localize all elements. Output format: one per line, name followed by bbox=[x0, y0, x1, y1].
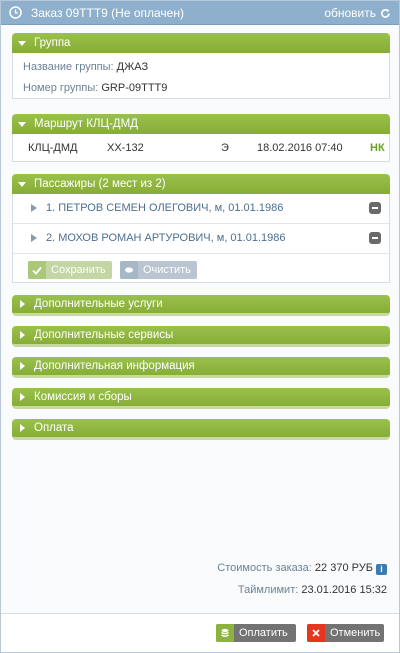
group-number-row: Номер группы: GRP-09TTT9 bbox=[13, 75, 389, 96]
time-limit: Таймлимит: 23.01.2016 15:32 bbox=[238, 584, 387, 596]
payment-title: Оплата bbox=[34, 422, 74, 434]
commission-section: Комиссия и сборы bbox=[12, 388, 390, 409]
remove-passenger-icon[interactable] bbox=[369, 202, 381, 214]
passenger-name: 1. ПЕТРОВ СЕМЕН ОЛЕГОВИЧ, м, 01.01.1986 bbox=[46, 202, 284, 214]
commission-title: Комиссия и сборы bbox=[34, 391, 132, 403]
eraser-icon bbox=[120, 261, 138, 279]
group-section: Группа Название группы: ДЖАЗ Номер групп… bbox=[12, 33, 390, 99]
check-icon bbox=[28, 261, 46, 279]
group-section-header[interactable]: Группа bbox=[12, 33, 390, 53]
order-cost-value: 22 370 РУБ bbox=[314, 562, 373, 574]
additional-services-section: Дополнительные услуги bbox=[12, 295, 390, 316]
group-section-body: Название группы: ДЖАЗ Номер группы: GRP-… bbox=[12, 53, 390, 99]
passengers-section-title: Пассажиры (2 мест из 2) bbox=[34, 178, 166, 190]
clear-button[interactable]: Очистить bbox=[120, 261, 197, 279]
coins-icon bbox=[216, 624, 234, 642]
chevron-down-icon bbox=[18, 182, 26, 187]
action-bar: Оплатить Отменить bbox=[1, 613, 399, 652]
route-section: Маршрут КЛЦ-ДМД КЛЦ-ДМД XX-132 Э 18.02.2… bbox=[12, 114, 390, 162]
time-limit-value: 23.01.2016 15:32 bbox=[301, 584, 387, 596]
route-segment: КЛЦ-ДМД bbox=[28, 142, 78, 154]
group-section-title: Группа bbox=[34, 37, 71, 49]
save-label: Сохранить bbox=[51, 264, 106, 276]
window-title: Заказ 09ТТТ9 (Не оплачен) bbox=[31, 6, 184, 20]
chevron-right-icon bbox=[31, 234, 37, 242]
route-status: НК bbox=[370, 142, 385, 154]
pay-button[interactable]: Оплатить bbox=[216, 624, 296, 642]
chevron-right-icon bbox=[20, 424, 25, 432]
route-row[interactable]: КЛЦ-ДМД XX-132 Э 18.02.2016 07:40 НК bbox=[12, 134, 390, 162]
order-cost-label: Стоимость заказа: bbox=[217, 562, 312, 574]
order-window: Заказ 09ТТТ9 (Не оплачен) обновить Групп… bbox=[0, 0, 400, 653]
additional-extras-title: Дополнительные сервисы bbox=[34, 329, 174, 341]
info-icon[interactable]: i bbox=[376, 564, 387, 575]
group-name-row: Название группы: ДЖАЗ bbox=[13, 53, 389, 75]
clear-label: Очистить bbox=[143, 264, 191, 276]
additional-extras-section: Дополнительные сервисы bbox=[12, 326, 390, 347]
order-cost: Стоимость заказа: 22 370 РУБ i bbox=[217, 562, 387, 575]
chevron-right-icon bbox=[20, 362, 25, 370]
additional-services-title: Дополнительные услуги bbox=[34, 298, 163, 310]
pay-label: Оплатить bbox=[239, 627, 288, 639]
refresh-icon bbox=[381, 8, 390, 18]
passenger-row[interactable]: 2. МОХОВ РОМАН АРТУРОВИЧ, м, 01.01.1986 bbox=[13, 224, 389, 254]
route-flight: XX-132 bbox=[107, 142, 144, 154]
chevron-right-icon bbox=[20, 393, 25, 401]
title-bar: Заказ 09ТТТ9 (Не оплачен) обновить bbox=[1, 1, 399, 25]
additional-info-title: Дополнительная информация bbox=[34, 360, 195, 372]
remove-passenger-icon[interactable] bbox=[369, 232, 381, 244]
chevron-down-icon bbox=[18, 122, 26, 127]
route-datetime: 18.02.2016 07:40 bbox=[257, 142, 343, 154]
additional-info-section: Дополнительная информация bbox=[12, 357, 390, 378]
group-name-value: ДЖАЗ bbox=[116, 61, 149, 73]
cancel-button[interactable]: Отменить bbox=[307, 624, 385, 642]
additional-info-header[interactable]: Дополнительная информация bbox=[12, 357, 390, 378]
payment-section: Оплата bbox=[12, 419, 390, 440]
route-section-title: Маршрут КЛЦ-ДМД bbox=[34, 118, 138, 130]
time-limit-label: Таймлимит: bbox=[237, 584, 299, 596]
route-section-header[interactable]: Маршрут КЛЦ-ДМД bbox=[12, 114, 390, 134]
chevron-right-icon bbox=[20, 300, 25, 308]
passengers-section-header[interactable]: Пассажиры (2 мест из 2) bbox=[12, 174, 390, 194]
payment-header[interactable]: Оплата bbox=[12, 419, 390, 440]
passengers-section-body: 1. ПЕТРОВ СЕМЕН ОЛЕГОВИЧ, м, 01.01.1986 … bbox=[12, 194, 390, 283]
passengers-section: Пассажиры (2 мест из 2) 1. ПЕТРОВ СЕМЕН … bbox=[12, 174, 390, 283]
commission-header[interactable]: Комиссия и сборы bbox=[12, 388, 390, 409]
clock-icon bbox=[9, 6, 22, 19]
additional-services-header[interactable]: Дополнительные услуги bbox=[12, 295, 390, 316]
group-number-value: GRP-09TTT9 bbox=[101, 82, 168, 94]
group-name-label: Название группы: bbox=[23, 61, 114, 73]
additional-extras-header[interactable]: Дополнительные сервисы bbox=[12, 326, 390, 347]
chevron-right-icon bbox=[20, 331, 25, 339]
close-icon bbox=[307, 624, 325, 642]
refresh-label: обновить bbox=[324, 6, 376, 20]
passenger-name: 2. МОХОВ РОМАН АРТУРОВИЧ, м, 01.01.1986 bbox=[46, 232, 286, 244]
passenger-row[interactable]: 1. ПЕТРОВ СЕМЕН ОЛЕГОВИЧ, м, 01.01.1986 bbox=[13, 194, 389, 224]
chevron-right-icon bbox=[31, 204, 37, 212]
route-class: Э bbox=[221, 142, 229, 154]
cancel-label: Отменить bbox=[330, 627, 381, 639]
save-button[interactable]: Сохранить bbox=[28, 261, 112, 279]
group-number-label: Номер группы: bbox=[23, 82, 99, 94]
chevron-down-icon bbox=[18, 41, 26, 46]
refresh-button[interactable]: обновить bbox=[324, 6, 391, 20]
